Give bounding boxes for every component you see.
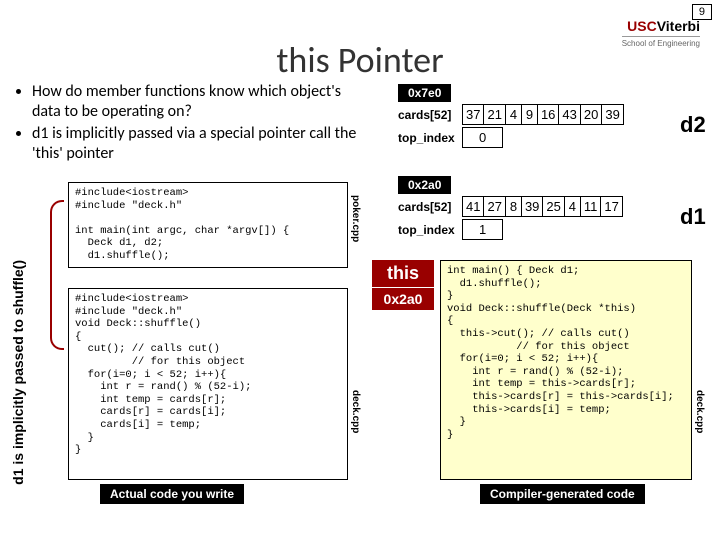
file-tab-poker: poker.cpp <box>350 195 361 242</box>
label-actual-code: Actual code you write <box>100 484 244 504</box>
obj-label-d1: d1 <box>680 204 706 230</box>
side-annotation: d1 is implicitly passed to shuffle() <box>10 260 26 485</box>
addr-d1: 0x2a0 <box>398 176 451 194</box>
cards-label-d2: cards[52] <box>398 108 462 122</box>
code-compiler: int main() { Deck d1; d1.shuffle(); } vo… <box>440 260 692 480</box>
topindex-label-d1: top_index <box>398 223 462 237</box>
topindex-d1: 1 <box>462 219 503 240</box>
cards-label-d1: cards[52] <box>398 200 462 214</box>
memory-d1: 0x2a0 cards[52] 41 27 8 39 25 4 11 17 to… <box>398 176 623 240</box>
page-title: this Pointer <box>0 38 720 82</box>
label-compiler-code: Compiler-generated code <box>480 484 645 504</box>
file-tab-deck-left: deck.cpp <box>350 390 361 433</box>
logo-viterbi: Viterbi <box>657 18 700 34</box>
memory-d2: 0x7e0 cards[52] 37 21 4 9 16 43 20 39 to… <box>398 84 624 148</box>
bullet-2: d1 is implicitly passed via a special po… <box>32 124 364 164</box>
addr-d2: 0x7e0 <box>398 84 451 102</box>
code-main: #include<iostream> #include "deck.h" int… <box>68 182 348 268</box>
cards-cells-d2: 37 21 4 9 16 43 20 39 <box>462 104 624 125</box>
topindex-d2: 0 <box>462 127 503 148</box>
this-addr: 0x2a0 <box>372 288 434 310</box>
this-label: this <box>372 260 434 287</box>
bullet-list: How do member functions know which objec… <box>14 82 364 166</box>
bullet-1: How do member functions know which objec… <box>32 82 364 122</box>
logo-usc: USC <box>627 18 657 34</box>
file-tab-deck-right: deck.cpp <box>694 390 705 433</box>
cards-cells-d1: 41 27 8 39 25 4 11 17 <box>462 196 623 217</box>
topindex-label-d2: top_index <box>398 131 462 145</box>
code-shuffle: #include<iostream> #include "deck.h" voi… <box>68 288 348 480</box>
arrow-icon <box>50 200 64 350</box>
obj-label-d2: d2 <box>680 112 706 138</box>
